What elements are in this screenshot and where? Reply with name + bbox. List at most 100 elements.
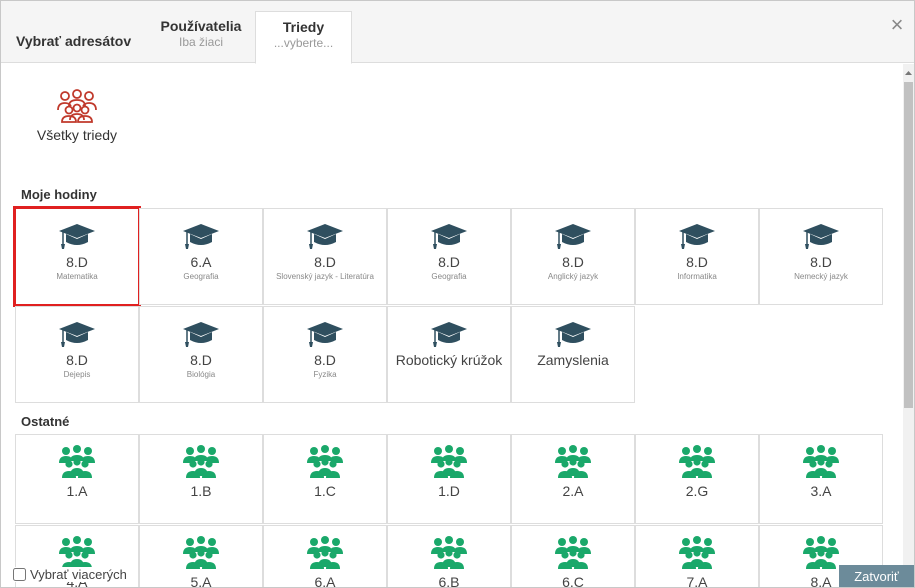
class-tile[interactable]: 8.D Anglický jazyk: [511, 208, 635, 305]
subject-name: Geografia: [183, 272, 219, 281]
class-tile[interactable]: 1.D: [387, 434, 511, 524]
class-tile[interactable]: 6.A Geografia: [139, 208, 263, 305]
people-group-icon: [57, 89, 97, 123]
class-name: 8.D: [314, 352, 336, 368]
all-classes-button[interactable]: Všetky triedy: [31, 89, 123, 143]
subject-name: Nemecký jazyk: [794, 272, 848, 281]
class-tile[interactable]: 6.A: [263, 525, 387, 588]
graduation-cap-icon: [555, 322, 591, 347]
students-group-icon: [431, 445, 467, 478]
subject-name: Fyzika: [313, 370, 337, 379]
class-tile[interactable]: 1.C: [263, 434, 387, 524]
class-name: 8.D: [438, 254, 460, 270]
select-multiple[interactable]: Vybrať viacerých: [13, 567, 130, 582]
subject-name: Matematika: [56, 272, 98, 281]
class-name: 8.D: [190, 352, 212, 368]
class-tile[interactable]: 8.D Geografia: [387, 208, 511, 305]
class-name: 5.A: [190, 574, 212, 588]
select-multiple-label: Vybrať viacerých: [30, 567, 127, 582]
class-name: 6.B: [438, 574, 460, 588]
students-group-icon: [307, 445, 343, 478]
subject-name: Informatika: [677, 272, 717, 281]
class-name: 8.D: [810, 254, 832, 270]
students-group-icon: [803, 445, 839, 478]
class-name: 6.A: [190, 254, 212, 270]
class-tile[interactable]: 6.C: [511, 525, 635, 588]
class-name: 8.D: [562, 254, 584, 270]
all-classes-label: Všetky triedy: [36, 127, 118, 143]
recipient-dialog: Vybrať adresátov Používatelia Iba žiaci …: [0, 0, 915, 588]
students-group-icon: [183, 536, 219, 569]
tab-classes-label: Triedy: [282, 19, 325, 35]
class-tile[interactable]: 1.B: [139, 434, 263, 524]
students-group-icon: [803, 536, 839, 569]
class-name: 2.A: [562, 483, 584, 499]
subject-name: Slovenský jazyk - Literatúra: [276, 272, 374, 281]
class-name: 2.G: [685, 483, 709, 499]
class-tile[interactable]: 8.D Nemecký jazyk: [759, 208, 883, 305]
class-tile[interactable]: Robotický krúžok: [387, 306, 511, 403]
class-name: 6.A: [314, 574, 336, 588]
graduation-cap-icon: [307, 322, 343, 347]
graduation-cap-icon: [679, 224, 715, 249]
class-name: 1.A: [66, 483, 88, 499]
class-name: 8.D: [686, 254, 708, 270]
class-name: 1.C: [314, 483, 336, 499]
graduation-cap-icon: [307, 224, 343, 249]
students-group-icon: [59, 445, 95, 478]
class-name: 3.A: [810, 483, 832, 499]
students-group-icon: [555, 536, 591, 569]
subject-name: Geografia: [431, 272, 467, 281]
class-tile[interactable]: 8.D Fyzika: [263, 306, 387, 403]
dialog-content: Všetky triedy Moje hodiny 8.D Matematika 6…: [1, 64, 903, 588]
class-tile[interactable]: 8.D Slovenský jazyk - Literatúra: [263, 208, 387, 305]
class-name: 8.D: [66, 254, 88, 270]
class-tile[interactable]: Zamyslenia: [511, 306, 635, 403]
graduation-cap-icon: [431, 322, 467, 347]
dialog-header: Vybrať adresátov Používatelia Iba žiaci …: [1, 1, 914, 64]
graduation-cap-icon: [183, 224, 219, 249]
subject-name: Biológia: [186, 370, 216, 379]
class-tile[interactable]: 5.A: [139, 525, 263, 588]
class-tile[interactable]: 6.B: [387, 525, 511, 588]
class-tile[interactable]: 7.A: [635, 525, 759, 588]
class-tile[interactable]: 8.D Biológia: [139, 306, 263, 403]
class-tile[interactable]: 3.A: [759, 434, 883, 524]
students-group-icon: [555, 445, 591, 478]
graduation-cap-icon: [59, 322, 95, 347]
tab-users-label: Používatelia: [160, 18, 242, 34]
graduation-cap-icon: [183, 322, 219, 347]
class-name: 8.D: [314, 254, 336, 270]
subject-name: Dejepis: [63, 370, 91, 379]
tab-users-sub: Iba žiaci: [178, 35, 224, 49]
select-multiple-checkbox[interactable]: [13, 568, 26, 581]
class-tile[interactable]: 2.A: [511, 434, 635, 524]
scrollbar[interactable]: [903, 64, 914, 587]
students-group-icon: [679, 536, 715, 569]
scroll-up-icon[interactable]: [903, 68, 914, 78]
class-name: Zamyslenia: [537, 352, 609, 368]
class-name: 7.A: [686, 574, 708, 588]
class-tile[interactable]: 1.A: [15, 434, 139, 524]
close-button[interactable]: Zatvoriť: [839, 565, 914, 587]
class-tile[interactable]: 2.G: [635, 434, 759, 524]
close-icon[interactable]: ×: [887, 14, 907, 36]
subject-name: Anglický jazyk: [547, 272, 599, 281]
students-group-icon: [431, 536, 467, 569]
scroll-thumb[interactable]: [904, 82, 913, 408]
class-name: 6.C: [562, 574, 584, 588]
class-name: 8.D: [66, 352, 88, 368]
class-tile[interactable]: 8.D Matematika: [13, 206, 141, 307]
students-group-icon: [183, 445, 219, 478]
tab-classes[interactable]: Triedy ...vyberte...: [255, 11, 352, 64]
students-group-icon: [59, 536, 95, 569]
graduation-cap-icon: [555, 224, 591, 249]
class-tile[interactable]: 8.D Informatika: [635, 208, 759, 305]
tab-users[interactable]: Používatelia Iba žiaci: [151, 11, 251, 63]
students-group-icon: [679, 445, 715, 478]
my-lessons-title: Moje hodiny: [21, 187, 97, 202]
class-tile[interactable]: 8.D Dejepis: [15, 306, 139, 403]
graduation-cap-icon: [431, 224, 467, 249]
graduation-cap-icon: [59, 224, 95, 249]
class-name: 1.B: [190, 483, 212, 499]
